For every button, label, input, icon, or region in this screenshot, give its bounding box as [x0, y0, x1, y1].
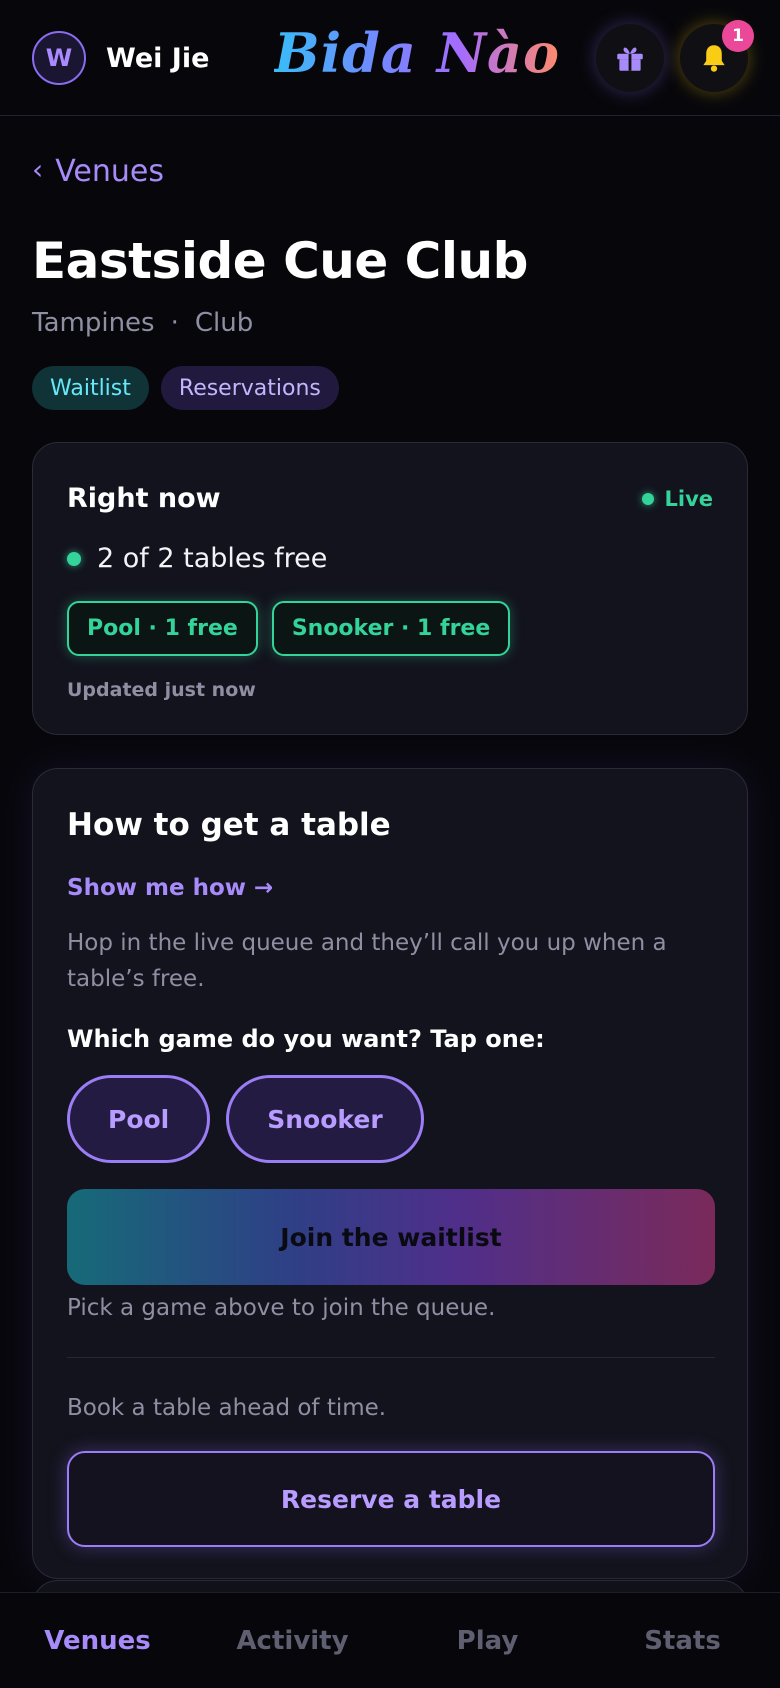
right-now-title: Right now — [67, 483, 221, 514]
app-root: W Wei Jie Bida Nào 1 ‹ Venues Eastside C… — [0, 0, 780, 1688]
venue-type: Club — [194, 308, 254, 338]
availability-summary: 2 of 2 tables free — [67, 543, 327, 574]
snooker-availability-chip: Snooker · 1 free — [271, 601, 511, 656]
gift-button[interactable] — [596, 24, 664, 92]
divider — [67, 1357, 715, 1358]
nav-item-play[interactable]: Play — [390, 1593, 585, 1688]
gift-icon — [617, 47, 643, 71]
nav-item-stats[interactable]: Stats — [585, 1593, 780, 1688]
user-name: Wei Jie — [106, 42, 210, 74]
pool-game-button[interactable]: Pool — [67, 1075, 211, 1163]
meta-separator: · — [170, 308, 179, 338]
join-waitlist-button[interactable]: Join the waitlist — [67, 1189, 715, 1285]
bottom-nav: Venues Activity Play Stats — [0, 1592, 780, 1688]
brand-logo: Bida Nào — [274, 18, 560, 88]
how-to-title: How to get a table — [67, 807, 391, 843]
updated-timestamp: Updated just now — [67, 679, 256, 701]
how-to-description: Hop in the live queue and they’ll call y… — [67, 930, 667, 992]
game-question: Which game do you want? Tap one: — [67, 1025, 545, 1053]
game-selector: Pool Snooker — [67, 1075, 424, 1163]
tag-waitlist: Waitlist — [32, 366, 149, 410]
show-me-how-link[interactable]: Show me how → — [67, 875, 273, 901]
user-profile[interactable]: W Wei Jie — [32, 31, 209, 85]
live-indicator: Live — [642, 487, 713, 511]
back-link-label: Venues — [55, 154, 164, 189]
book-hint: Book a table ahead of time. — [67, 1395, 387, 1421]
venue-tags: Waitlist Reservations — [32, 366, 339, 410]
status-dot-icon — [67, 551, 81, 566]
top-header: W Wei Jie Bida Nào 1 — [0, 0, 780, 116]
venue-meta: Tampines · Club — [32, 308, 253, 338]
nav-item-activity[interactable]: Activity — [195, 1593, 390, 1688]
right-now-card: Right now Live 2 of 2 tables free Pool ·… — [32, 442, 748, 735]
page-title: Eastside Cue Club — [32, 232, 528, 290]
live-label: Live — [664, 487, 713, 511]
nav-item-venues[interactable]: Venues — [0, 1593, 195, 1688]
join-hint: Pick a game above to join the queue. — [67, 1295, 496, 1321]
availability-chips: Pool · 1 free Snooker · 1 free — [67, 601, 511, 656]
live-dot-icon — [642, 493, 655, 505]
back-to-venues-link[interactable]: ‹ Venues — [32, 153, 164, 189]
pool-availability-chip: Pool · 1 free — [67, 601, 258, 656]
venue-area: Tampines — [32, 308, 155, 338]
avatar[interactable]: W — [32, 31, 86, 85]
availability-text: 2 of 2 tables free — [97, 543, 328, 574]
snooker-game-button[interactable]: Snooker — [226, 1075, 424, 1163]
how-to-card: How to get a table Show me how → Hop in … — [32, 768, 748, 1579]
tag-reservations: Reservations — [160, 366, 339, 410]
chevron-left-icon: ‹ — [32, 153, 44, 186]
reserve-table-button[interactable]: Reserve a table — [67, 1451, 715, 1547]
notification-badge: 1 — [722, 20, 754, 52]
